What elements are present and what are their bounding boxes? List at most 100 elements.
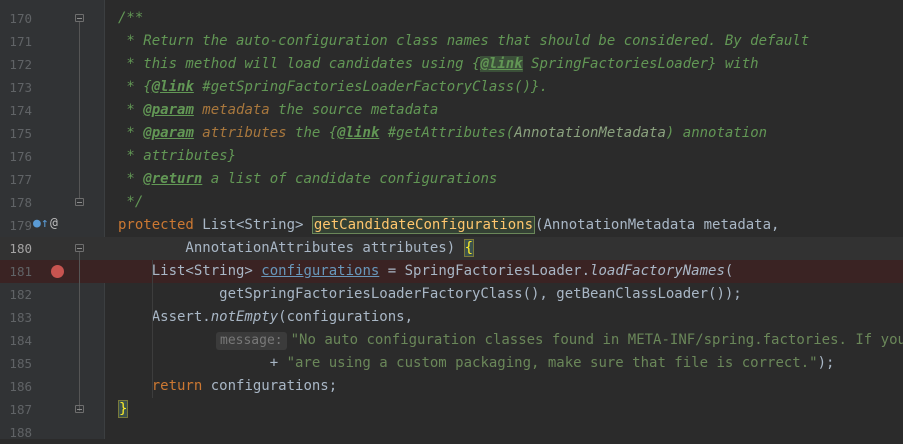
fold-line <box>79 22 80 198</box>
matched-brace: } <box>118 400 129 418</box>
line-number: 171 <box>9 34 32 49</box>
code-line[interactable]: 186 return configurations; <box>0 375 903 398</box>
fold-icon[interactable] <box>75 244 84 252</box>
code-line[interactable]: 183 Assert.notEmpty(configurations, <box>0 306 903 329</box>
comment-text: SpringFactoriesLoader} with <box>522 56 759 72</box>
code-line[interactable]: 175 * @param attributes the {@link #getA… <box>0 122 903 145</box>
line-code[interactable]: * Return the auto-configuration class na… <box>118 30 809 53</box>
comment-text: ) annotation <box>665 125 768 141</box>
code-line[interactable]: 170 /** <box>0 7 903 30</box>
param-name: metadata <box>193 102 270 118</box>
line-number: 187 <box>9 402 32 417</box>
line-code[interactable]: message: "No auto configuration classes f… <box>216 329 903 352</box>
parameter-hint: message: <box>216 332 287 350</box>
comment-text: * this method will load candidates using… <box>118 56 481 72</box>
line-code[interactable]: * @return a list of candidate configurat… <box>118 168 497 191</box>
code-line[interactable]: 173 * {@link #getSpringFactoriesLoaderFa… <box>0 76 903 99</box>
matched-brace: { <box>463 239 475 257</box>
line-number: 175 <box>9 126 32 141</box>
line-code[interactable]: * this method will load candidates using… <box>118 53 759 76</box>
code-line[interactable]: 179 protected List<String> getCandidateC… <box>0 214 903 237</box>
javadoc-tag: @param <box>143 125 194 141</box>
line-number: 184 <box>9 333 32 348</box>
code-line[interactable]: 174 * @param metadata the source metadat… <box>0 99 903 122</box>
code-editor[interactable]: 170 /** 171 * Return the auto-configurat… <box>0 0 903 440</box>
fold-icon[interactable] <box>75 405 84 413</box>
code-text: configurations; <box>202 378 338 394</box>
comment-text: #getSpringFactoriesLoaderFactoryClass()}… <box>193 79 548 95</box>
code-line-breakpoint[interactable]: 181 List<String> configurations = Spring… <box>0 260 903 283</box>
code-line[interactable]: 171 * Return the auto-configuration clas… <box>0 30 903 53</box>
line-code[interactable]: } <box>118 398 129 421</box>
line-code[interactable]: Assert.notEmpty(configurations, <box>118 306 413 329</box>
code-text: = SpringFactoriesLoader. <box>379 263 591 279</box>
type-reference: AnnotationMetadata <box>514 125 666 141</box>
code-text: AnnotationAttributes attributes) <box>118 240 464 256</box>
line-number: 176 <box>9 149 32 164</box>
line-code[interactable]: * @param metadata the source metadata <box>118 99 438 122</box>
line-code[interactable]: * @param attributes the {@link #getAttri… <box>118 122 767 145</box>
line-number: 183 <box>9 310 32 325</box>
line-number: 174 <box>9 103 32 118</box>
line-code[interactable]: * attributes} <box>118 145 236 168</box>
line-code[interactable]: * {@link #getSpringFactoriesLoaderFactor… <box>118 76 548 99</box>
breakpoint-icon[interactable] <box>51 265 64 278</box>
line-number: 177 <box>9 172 32 187</box>
code-text: (AnnotationMetadata metadata, <box>535 217 780 233</box>
line-code[interactable]: + "are using a custom packaging, make su… <box>118 352 835 375</box>
comment-text: a list of candidate configurations <box>202 171 498 187</box>
code-line[interactable]: 177 * @return a list of candidate config… <box>0 168 903 191</box>
param-name: attributes <box>193 125 287 141</box>
line-number: 172 <box>9 57 32 72</box>
line-number: 170 <box>9 11 32 26</box>
static-method-call: notEmpty <box>210 309 279 325</box>
code-line[interactable]: 185 + "are using a custom packaging, mak… <box>0 352 903 375</box>
line-number: 185 <box>9 356 32 371</box>
javadoc-tag: @return <box>143 171 203 187</box>
line-number: 182 <box>9 287 32 302</box>
fold-icon[interactable] <box>75 14 84 22</box>
line-number: 173 <box>9 80 32 95</box>
comment-text: the { <box>286 125 338 141</box>
code-line[interactable]: 188 <box>0 421 903 444</box>
code-line[interactable]: 178 */ <box>0 191 903 214</box>
implements-icon[interactable]: ●↑ <box>33 216 49 231</box>
variable-reference[interactable]: configurations <box>261 263 379 279</box>
comment-text: * <box>118 125 144 141</box>
static-method-call: loadFactoryNames <box>590 263 725 279</box>
line-number: 179 <box>9 218 32 233</box>
code-text: List<String> <box>118 263 262 279</box>
code-text: List<String> <box>193 217 312 233</box>
code-line[interactable]: 172 * this method will load candidates u… <box>0 53 903 76</box>
at-icon[interactable]: @ <box>50 216 58 231</box>
code-line[interactable]: 184 message: "No auto configuration class… <box>0 329 903 352</box>
indent-guide <box>152 260 153 398</box>
javadoc-tag: @link <box>480 56 523 72</box>
line-code[interactable]: return configurations; <box>118 375 337 398</box>
line-code[interactable]: List<String> configurations = SpringFact… <box>118 260 734 283</box>
line-number: 188 <box>9 425 32 440</box>
line-code[interactable]: /** <box>118 7 143 30</box>
line-number: 180 <box>9 241 32 256</box>
code-text: ); <box>817 355 835 371</box>
code-line[interactable]: 176 * attributes} <box>0 145 903 168</box>
comment-text: * <box>118 102 144 118</box>
fold-icon[interactable] <box>75 198 84 206</box>
line-code[interactable]: protected List<String> getCandidateConfi… <box>118 214 779 237</box>
code-line-current[interactable]: 180 AnnotationAttributes attributes) { <box>0 237 903 260</box>
line-code[interactable]: */ <box>118 191 143 214</box>
line-code[interactable]: getSpringFactoriesLoaderFactoryClass(), … <box>118 283 742 306</box>
code-line[interactable]: 182 getSpringFactoriesLoaderFactoryClass… <box>0 283 903 306</box>
comment-text: * { <box>118 79 152 95</box>
code-line[interactable]: 187 } <box>0 398 903 421</box>
keyword: return <box>118 378 203 394</box>
string-literal: "No auto configuration classes found in … <box>290 332 903 348</box>
comment-text: #getAttributes( <box>379 125 515 141</box>
method-name[interactable]: getCandidateConfigurations <box>311 216 536 234</box>
line-code[interactable]: AnnotationAttributes attributes) { <box>118 237 475 260</box>
line-number: 178 <box>9 195 32 210</box>
line-number: 186 <box>9 379 32 394</box>
code-text: (configurations, <box>278 309 414 325</box>
fold-line <box>79 252 80 411</box>
javadoc-tag: @param <box>143 102 194 118</box>
